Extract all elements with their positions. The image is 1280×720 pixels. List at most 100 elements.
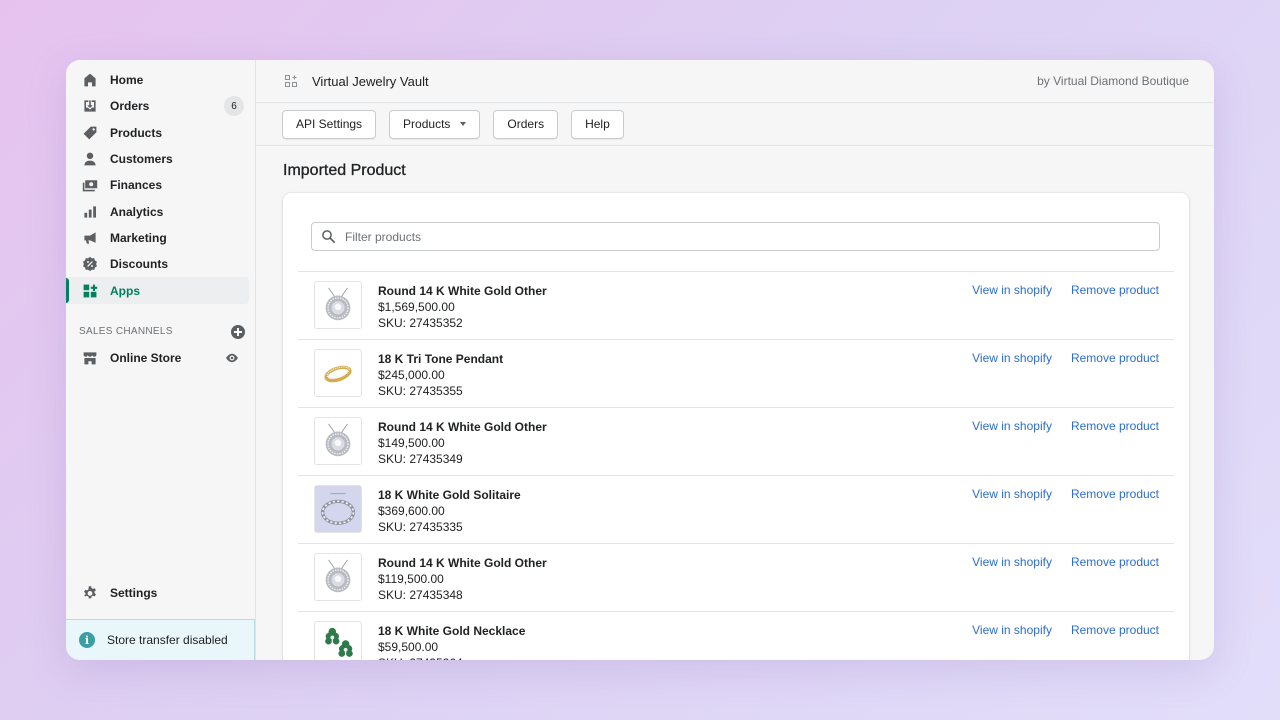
megaphone-icon xyxy=(81,229,98,246)
product-actions: View in shopify Remove product xyxy=(972,283,1159,297)
sidebar-item-label: Marketing xyxy=(110,230,167,245)
finances-icon xyxy=(81,177,98,194)
sidebar-item-label: Analytics xyxy=(110,204,164,219)
product-thumbnail[interactable] xyxy=(314,485,362,533)
help-button[interactable]: Help xyxy=(571,109,624,139)
info-icon: i xyxy=(79,632,95,648)
search-icon xyxy=(322,230,335,243)
remove-product-link[interactable]: Remove product xyxy=(1071,419,1159,433)
product-thumbnail[interactable] xyxy=(314,621,362,660)
product-info: Round 14 K White Gold Other $119,500.00 … xyxy=(378,544,547,611)
app-byline: by Virtual Diamond Boutique xyxy=(1037,74,1189,88)
sales-channels-label: SALES CHANNELS xyxy=(79,326,173,338)
product-row: Round 14 K White Gold Other $149,500.00 … xyxy=(298,407,1174,475)
caret-down-icon xyxy=(460,122,467,126)
app-toolbar: API Settings Products Orders Help xyxy=(256,103,1214,146)
orders-count-badge: 6 xyxy=(224,96,244,117)
product-actions: View in shopify Remove product xyxy=(972,487,1159,501)
product-info: Round 14 K White Gold Other $149,500.00 … xyxy=(378,408,547,475)
filter-products-input[interactable] xyxy=(345,229,1159,244)
product-thumbnail[interactable] xyxy=(314,349,362,397)
emerald-earrings-image xyxy=(325,627,353,657)
product-list: Round 14 K White Gold Other $1,569,500.0… xyxy=(298,271,1174,660)
product-row: 18 K White Gold Necklace $59,500.00 SKU:… xyxy=(298,611,1174,660)
product-price: $245,000.00 xyxy=(378,368,445,382)
product-name: 18 K White Gold Solitaire xyxy=(378,488,521,502)
api-settings-button[interactable]: API Settings xyxy=(282,109,377,139)
page-title: Imported Product xyxy=(283,162,406,179)
product-thumbnail[interactable] xyxy=(314,417,362,465)
product-name: 18 K Tri Tone Pendant xyxy=(378,352,504,366)
sidebar-item-home[interactable]: Home xyxy=(66,67,249,93)
pendant-image xyxy=(325,287,351,321)
view-in-shopify-link[interactable]: View in shopify xyxy=(972,487,1052,501)
sidebar-item-orders[interactable]: Orders 6 xyxy=(66,93,249,119)
remove-product-link[interactable]: Remove product xyxy=(1071,623,1159,637)
product-info: 18 K White Gold Solitaire $369,600.00 SK… xyxy=(378,476,521,543)
product-name: 18 K White Gold Necklace xyxy=(378,624,526,638)
view-in-shopify-link[interactable]: View in shopify xyxy=(972,283,1052,297)
product-info: Round 14 K White Gold Other $1,569,500.0… xyxy=(378,272,547,339)
sidebar-item-discounts[interactable]: Discounts xyxy=(66,251,249,277)
sidebar-item-label: Apps xyxy=(110,283,140,298)
home-icon xyxy=(81,72,98,89)
sidebar-item-customers[interactable]: Customers xyxy=(66,146,249,172)
product-row: 18 K Tri Tone Pendant $245,000.00 SKU: 2… xyxy=(298,339,1174,407)
product-name: Round 14 K White Gold Other xyxy=(378,284,547,298)
product-sku: SKU: 27435352 xyxy=(378,316,463,330)
product-thumbnail[interactable] xyxy=(314,553,362,601)
store-transfer-text: Store transfer disabled xyxy=(107,633,228,647)
sidebar-item-label: Home xyxy=(110,73,144,88)
view-in-shopify-link[interactable]: View in shopify xyxy=(972,623,1052,637)
product-price: $369,600.00 xyxy=(378,504,445,518)
remove-product-link[interactable]: Remove product xyxy=(1071,351,1159,365)
sidebar-item-label: Customers xyxy=(110,152,173,167)
product-actions: View in shopify Remove product xyxy=(972,351,1159,365)
sidebar-item-products[interactable]: Products xyxy=(66,120,249,146)
remove-product-link[interactable]: Remove product xyxy=(1071,283,1159,297)
sidebar-item-analytics[interactable]: Analytics xyxy=(66,198,249,224)
product-info: 18 K Tri Tone Pendant $245,000.00 SKU: 2… xyxy=(378,340,503,407)
pendant-image xyxy=(325,559,351,593)
tag-icon xyxy=(81,124,98,141)
product-sku: SKU: 27435355 xyxy=(378,384,463,398)
product-thumbnail[interactable] xyxy=(314,281,362,329)
gear-icon xyxy=(81,585,98,602)
sidebar-item-finances[interactable]: Finances xyxy=(66,172,249,198)
product-price: $1,569,500.00 xyxy=(378,300,455,314)
product-sku: SKU: 27435349 xyxy=(378,452,463,466)
product-row: 18 K White Gold Solitaire $369,600.00 SK… xyxy=(298,475,1174,543)
app-title: Virtual Jewelry Vault xyxy=(312,73,429,89)
store-icon xyxy=(81,349,98,366)
product-actions: View in shopify Remove product xyxy=(972,623,1159,637)
imported-products-card: Round 14 K White Gold Other $1,569,500.0… xyxy=(283,193,1189,660)
sidebar-item-online-store[interactable]: Online Store xyxy=(66,345,249,371)
product-sku: SKU: 27435335 xyxy=(378,520,463,534)
person-icon xyxy=(81,151,98,168)
sidebar-item-apps[interactable]: Apps xyxy=(66,277,249,304)
eye-icon[interactable] xyxy=(225,351,239,365)
main-content: Virtual Jewelry Vault by Virtual Diamond… xyxy=(256,60,1214,660)
sales-channels-heading: SALES CHANNELS xyxy=(66,319,255,345)
products-dropdown-button[interactable]: Products xyxy=(389,109,481,139)
remove-product-link[interactable]: Remove product xyxy=(1071,487,1159,501)
product-row: Round 14 K White Gold Other $119,500.00 … xyxy=(298,543,1174,611)
view-in-shopify-link[interactable]: View in shopify xyxy=(972,419,1052,433)
pendant-image xyxy=(325,423,351,457)
sidebar-item-label: Orders xyxy=(110,99,150,114)
view-in-shopify-link[interactable]: View in shopify xyxy=(972,555,1052,569)
remove-product-link[interactable]: Remove product xyxy=(1071,555,1159,569)
add-sales-channel-icon[interactable] xyxy=(231,324,245,339)
product-price: $119,500.00 xyxy=(378,572,444,586)
apps-icon xyxy=(285,75,297,87)
product-sku: SKU: 27435364 xyxy=(378,655,525,660)
view-in-shopify-link[interactable]: View in shopify xyxy=(972,351,1052,365)
sidebar-item-label: Finances xyxy=(110,178,163,193)
orders-button[interactable]: Orders xyxy=(493,109,559,139)
sidebar-item-marketing[interactable]: Marketing xyxy=(66,225,249,251)
discount-icon xyxy=(81,256,98,273)
product-sku: SKU: 27435348 xyxy=(378,588,463,602)
sidebar-item-settings[interactable]: Settings xyxy=(66,580,249,606)
product-info: 18 K White Gold Necklace $59,500.00 SKU:… xyxy=(378,612,525,660)
filter-products-field[interactable] xyxy=(311,222,1160,251)
